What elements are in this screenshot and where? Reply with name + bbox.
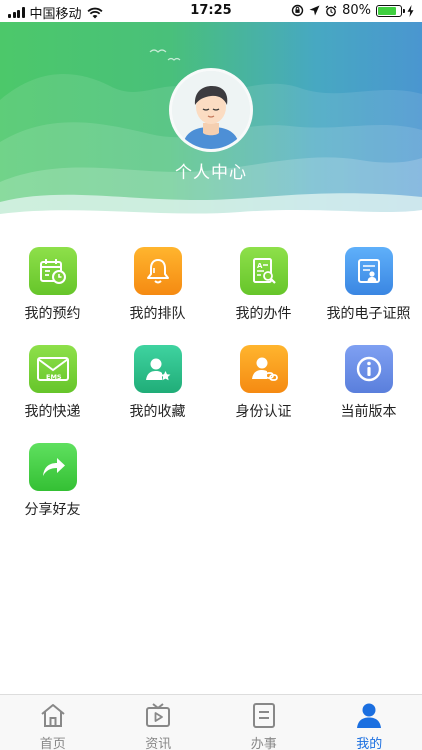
share-icon — [28, 443, 77, 491]
tab-label: 我的 — [356, 737, 383, 750]
envelope-icon: EMS — [28, 345, 77, 393]
grid-item-label: 当前版本 — [340, 404, 397, 420]
charging-icon — [407, 4, 414, 17]
orientation-lock-icon — [291, 4, 304, 17]
grid-item-my-favorites[interactable]: 我的收藏 — [105, 345, 210, 421]
svg-text:EMS: EMS — [46, 373, 62, 381]
tab-label: 资讯 — [145, 737, 172, 750]
grid-item-share-friends[interactable]: 分享好友 — [0, 443, 105, 519]
alarm-icon — [325, 5, 337, 16]
home-icon — [41, 704, 65, 727]
calendar-icon — [28, 247, 77, 295]
avatar[interactable] — [169, 68, 253, 152]
tab-services[interactable]: 办事 — [211, 695, 317, 750]
page-title: 个人中心 — [175, 163, 247, 183]
bell-icon — [133, 247, 182, 295]
grid-item-my-cases[interactable]: A 我的办件 — [211, 247, 316, 323]
tab-news[interactable]: 资讯 — [106, 695, 212, 750]
grid-item-my-queue[interactable]: 我的排队 — [105, 247, 210, 323]
person-icon — [357, 703, 382, 728]
grid-item-label: 我的快递 — [24, 404, 81, 420]
user-star-icon — [133, 345, 182, 393]
status-bar: 中国移动 17:25 80% — [0, 0, 422, 22]
grid-item-my-e-license[interactable]: 我的电子证照 — [316, 247, 421, 323]
grid-item-current-version[interactable]: 当前版本 — [316, 345, 421, 421]
grid-item-my-appointments[interactable]: 我的预约 — [0, 247, 105, 323]
battery-percent: 80% — [342, 3, 371, 18]
grid-item-label: 我的办件 — [235, 306, 292, 322]
location-icon — [309, 5, 320, 16]
tab-label: 首页 — [39, 737, 66, 750]
grid-item-label: 分享好友 — [24, 502, 81, 518]
document-search-icon: A — [239, 247, 288, 295]
tab-label: 办事 — [250, 737, 277, 750]
battery-icon — [376, 4, 405, 17]
user-avatar-icon — [172, 71, 250, 149]
info-icon — [344, 345, 393, 393]
grid-item-label: 我的电子证照 — [326, 306, 411, 322]
profile-header: 个人中心 — [0, 22, 422, 225]
id-card-icon — [344, 247, 393, 295]
user-link-icon — [239, 345, 288, 393]
svg-text:A: A — [257, 262, 263, 270]
list-icon — [252, 703, 275, 728]
tab-home[interactable]: 首页 — [0, 695, 106, 750]
tv-icon — [146, 703, 171, 727]
grid-item-my-express[interactable]: EMS 我的快递 — [0, 345, 105, 421]
tab-mine[interactable]: 我的 — [317, 695, 422, 750]
grid-item-label: 身份认证 — [235, 404, 292, 420]
grid-item-label: 我的预约 — [24, 306, 81, 322]
grid-item-identity-verification[interactable]: 身份认证 — [211, 345, 316, 421]
grid-item-label: 我的排队 — [129, 306, 186, 322]
bottom-tab-bar: 首页 资讯 办事 我的 — [0, 694, 422, 750]
grid-item-label: 我的收藏 — [129, 404, 186, 420]
